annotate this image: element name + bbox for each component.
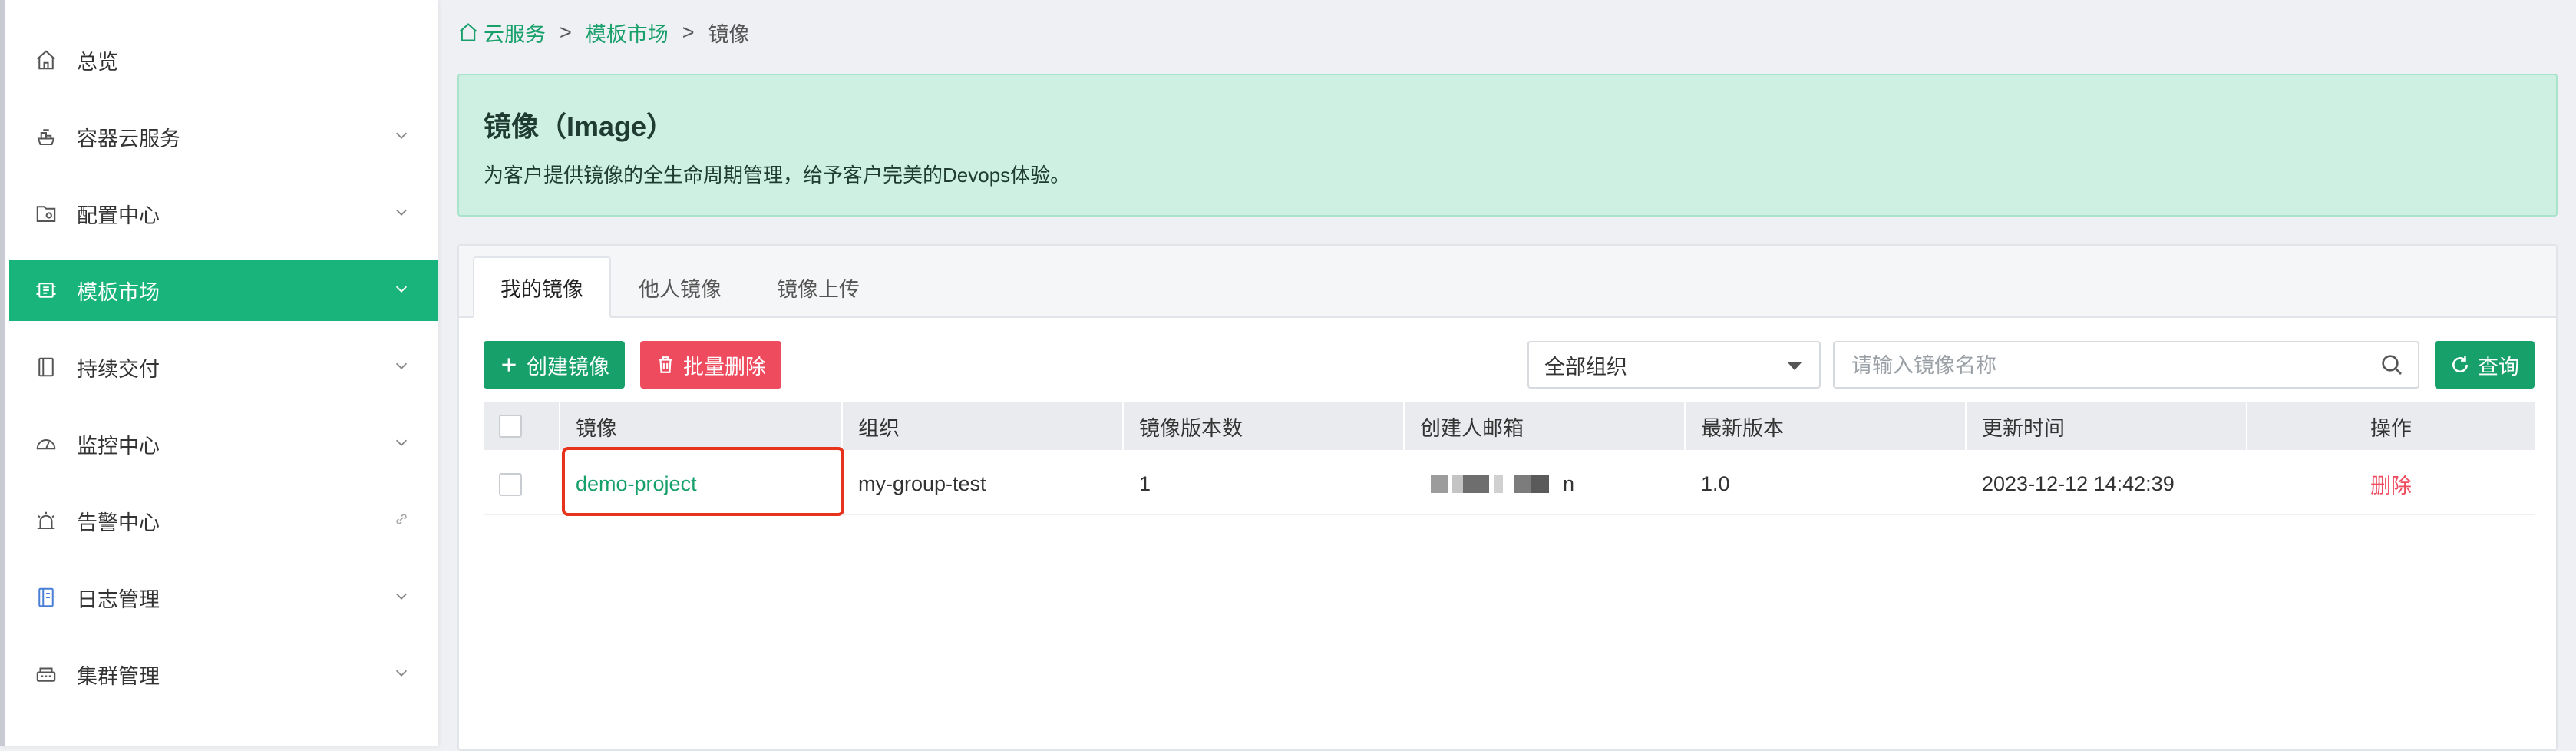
chevron-down-icon bbox=[395, 593, 408, 600]
sidebar-item-label: 模板市场 bbox=[77, 280, 160, 304]
updated-at-cell: 2023-12-12 14:42:39 bbox=[1982, 471, 2175, 495]
sidebar: 总览 容器云服务 配置中心 模板市场 持续交付 监控中心 告警中心 日志管理 集… bbox=[0, 0, 438, 746]
batch-delete-label: 批量删除 bbox=[683, 355, 766, 379]
tab-others-images[interactable]: 他人镜像 bbox=[611, 256, 749, 318]
breadcrumb-separator: > bbox=[560, 20, 572, 44]
redacted-block bbox=[1452, 475, 1463, 493]
org-cell: my-group-test bbox=[858, 471, 986, 495]
home-icon bbox=[34, 48, 58, 72]
highlight-box bbox=[562, 447, 844, 516]
breadcrumb-cloud-service[interactable]: 云服务 bbox=[484, 18, 546, 48]
trash-icon bbox=[659, 356, 672, 373]
sidebar-item-monitor-center[interactable]: 监控中心 bbox=[9, 413, 438, 475]
container-cloud-icon bbox=[34, 124, 58, 149]
caret-down-icon bbox=[1787, 362, 1802, 370]
chevron-down-icon bbox=[395, 670, 408, 677]
create-image-button[interactable]: 创建镜像 bbox=[484, 341, 625, 389]
redacted-block bbox=[1531, 475, 1549, 493]
sidebar-item-label: 日志管理 bbox=[77, 587, 160, 611]
actions-cell: 删除 bbox=[2247, 453, 2535, 514]
page-description: 为客户提供镜像的全生命周期管理，给予客户完美的Devops体验。 bbox=[484, 164, 1071, 187]
chevron-down-icon bbox=[395, 286, 408, 293]
plus-icon bbox=[502, 358, 516, 372]
creator-email-cell: n bbox=[1405, 453, 1686, 514]
redacted-block bbox=[1431, 475, 1448, 493]
sidebar-item-label: 告警中心 bbox=[77, 511, 160, 534]
image-name-search-input[interactable] bbox=[1850, 342, 2360, 389]
query-label: 查询 bbox=[2478, 355, 2519, 379]
sidebar-item-alarm-center[interactable]: 告警中心 bbox=[9, 490, 438, 551]
sidebar-item-overview[interactable]: 总览 bbox=[9, 29, 438, 91]
select-all-cell bbox=[484, 402, 560, 450]
breadcrumb-current: 镜像 bbox=[708, 22, 750, 46]
tab-image-upload[interactable]: 镜像上传 bbox=[749, 256, 887, 318]
table-header: 镜像 组织 镜像版本数 创建人邮箱 最新版本 更新时间 操作 bbox=[484, 402, 2535, 450]
sidebar-item-label: 配置中心 bbox=[77, 203, 160, 227]
refresh-icon bbox=[2452, 356, 2468, 373]
image-panel: 我的镜像 他人镜像 镜像上传 创建镜像 批量删除 全部组织 查询 镜像 组织 镜… bbox=[457, 244, 2558, 751]
sidebar-item-log-management[interactable]: 日志管理 bbox=[9, 567, 438, 628]
monitor-icon bbox=[34, 432, 58, 456]
delete-link[interactable]: 删除 bbox=[2370, 469, 2412, 499]
org-select[interactable]: 全部组织 bbox=[1527, 341, 1821, 389]
chevron-down-icon bbox=[395, 362, 408, 369]
home-icon[interactable] bbox=[457, 22, 479, 43]
sidebar-item-config-center[interactable]: 配置中心 bbox=[9, 183, 438, 244]
delivery-icon bbox=[34, 355, 58, 379]
org-select-value: 全部组织 bbox=[1544, 355, 1627, 379]
query-button[interactable]: 查询 bbox=[2435, 341, 2535, 389]
page-title: 镜像（Image） bbox=[484, 111, 675, 142]
select-all-checkbox[interactable] bbox=[499, 415, 522, 438]
template-market-icon bbox=[34, 278, 58, 303]
search-icon[interactable] bbox=[2379, 352, 2404, 377]
column-header-image: 镜像 bbox=[560, 402, 843, 450]
create-image-label: 创建镜像 bbox=[527, 355, 609, 379]
column-header-creator-email: 创建人邮箱 bbox=[1405, 402, 1686, 450]
tab-my-images[interactable]: 我的镜像 bbox=[473, 256, 611, 318]
latest-version-cell: 1.0 bbox=[1701, 471, 1730, 495]
redacted-block bbox=[1494, 475, 1503, 493]
sidebar-item-label: 监控中心 bbox=[77, 434, 160, 458]
sidebar-item-template-market[interactable]: 模板市场 bbox=[9, 260, 438, 321]
sidebar-item-label: 集群管理 bbox=[77, 664, 160, 688]
version-count-cell: 1 bbox=[1139, 471, 1151, 495]
row-select-cell bbox=[484, 453, 560, 514]
batch-delete-button[interactable]: 批量删除 bbox=[640, 341, 781, 389]
alarm-icon bbox=[34, 508, 58, 533]
breadcrumb-separator: > bbox=[682, 20, 695, 44]
column-header-org: 组织 bbox=[843, 402, 1124, 450]
redacted-block bbox=[1463, 475, 1489, 493]
breadcrumb: 云服务 > 模板市场 > 镜像 bbox=[457, 17, 750, 48]
log-icon bbox=[34, 585, 58, 610]
cluster-icon bbox=[34, 662, 58, 686]
sidebar-item-label: 容器云服务 bbox=[77, 127, 180, 151]
search-box bbox=[1833, 341, 2419, 389]
column-header-updated-at: 更新时间 bbox=[1967, 402, 2247, 450]
row-checkbox[interactable] bbox=[499, 473, 522, 496]
creator-email-suffix: n bbox=[1563, 471, 1575, 495]
sidebar-item-label: 总览 bbox=[77, 50, 118, 74]
chevron-down-icon bbox=[395, 132, 408, 139]
column-header-version-count: 镜像版本数 bbox=[1124, 402, 1405, 450]
chevron-down-icon bbox=[395, 209, 408, 216]
column-header-latest-version: 最新版本 bbox=[1686, 402, 1967, 450]
config-icon bbox=[34, 201, 58, 226]
sidebar-item-container-cloud[interactable]: 容器云服务 bbox=[9, 106, 438, 167]
column-header-actions: 操作 bbox=[2370, 416, 2412, 440]
sidebar-item-cluster-management[interactable]: 集群管理 bbox=[9, 643, 438, 705]
sidebar-item-label: 持续交付 bbox=[77, 357, 160, 381]
link-icon bbox=[396, 514, 407, 524]
breadcrumb-template-market[interactable]: 模板市场 bbox=[586, 18, 669, 48]
sidebar-item-continuous-delivery[interactable]: 持续交付 bbox=[9, 336, 438, 398]
chevron-down-icon bbox=[395, 439, 408, 446]
page-banner: 镜像（Image） 为客户提供镜像的全生命周期管理，给予客户完美的Devops体… bbox=[457, 74, 2558, 217]
tab-bar: 我的镜像 他人镜像 镜像上传 bbox=[459, 246, 2556, 318]
redacted-block bbox=[1514, 475, 1531, 493]
